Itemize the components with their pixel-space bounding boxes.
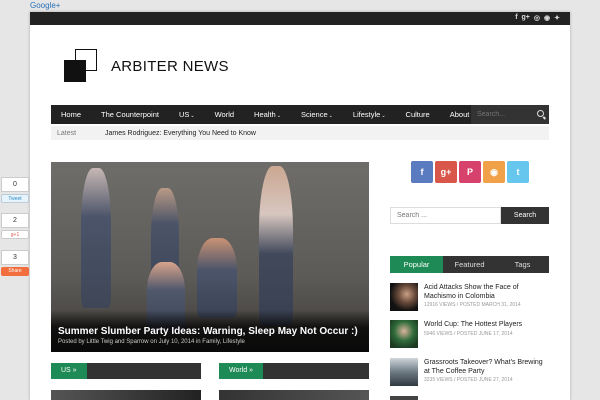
share-google: 2 g+1 [0, 213, 30, 239]
nav-item-science[interactable]: Science⌄ [291, 105, 343, 124]
section-header-world: World » [219, 363, 369, 379]
facebook-icon[interactable]: f [411, 161, 433, 183]
post-title[interactable]: World Cup: The Hottest Players [424, 320, 549, 329]
page-wrapper: f g+ ◎ ◉ ✦ ARBITER NEWS Home The Counter… [30, 12, 570, 400]
nav-search-input[interactable] [477, 111, 533, 118]
pinterest-icon[interactable]: P [459, 161, 481, 183]
share-generic: 3 Share [0, 250, 30, 276]
nav-item-lifestyle[interactable]: Lifestyle⌄ [343, 105, 396, 124]
sidebar-search: Search [390, 207, 549, 224]
ticker-label: Latest [57, 129, 77, 137]
share-button[interactable]: Share [1, 267, 29, 276]
post-thumbnail[interactable] [390, 358, 418, 386]
hero-title[interactable]: Summer Slumber Party Ideas: Warning, Sle… [58, 326, 362, 337]
nav-item-world[interactable]: World [205, 105, 244, 124]
section-header-us: US » [51, 363, 201, 379]
tweet-button[interactable]: Tweet [1, 194, 29, 203]
latest-ticker: Latest James Rodriguez: Everything You N… [51, 126, 549, 140]
tab-featured[interactable]: Featured [443, 256, 496, 273]
sidebar-search-button[interactable]: Search [501, 207, 549, 224]
nav-item-us[interactable]: US⌄ [169, 105, 205, 124]
sidebar-search-input[interactable] [390, 207, 501, 224]
twitter-icon[interactable]: t [507, 161, 529, 183]
post-thumbnail[interactable] [390, 320, 418, 348]
share-count: 0 [1, 177, 29, 192]
section-thumbnail[interactable] [51, 390, 201, 400]
tab-popular[interactable]: Popular [390, 256, 443, 273]
google-plus-one-button[interactable]: g+1 [1, 230, 29, 239]
hero-image-figure [81, 168, 111, 308]
section-thumbnail[interactable] [219, 390, 369, 400]
post-thumbnail[interactable] [390, 396, 418, 400]
pinterest-icon[interactable]: ◎ [534, 14, 540, 22]
chevron-down-icon: ⌄ [381, 113, 386, 119]
nav-item-health[interactable]: Health⌄ [244, 105, 291, 124]
nav-item-the-counterpoint[interactable]: The Counterpoint [91, 105, 169, 124]
list-item[interactable]: World Cup: The Hottest Players 5946 VIEW… [390, 320, 549, 348]
share-count: 2 [1, 213, 29, 228]
site-name[interactable]: ARBITER NEWS [111, 58, 229, 75]
chevron-down-icon: ⌄ [276, 113, 281, 119]
main-nav: Home The Counterpoint US⌄ World Health⌄ … [51, 105, 549, 124]
hero-image-figure [197, 238, 237, 318]
nav-item-home[interactable]: Home [51, 105, 91, 124]
list-item[interactable]: Grassroots Takeover? What's Brewing at T… [390, 358, 549, 386]
section-tag-world[interactable]: World » [219, 363, 263, 379]
hero-featured-post[interactable]: Summer Slumber Party Ideas: Warning, Sle… [51, 162, 369, 352]
hero-caption: Summer Slumber Party Ideas: Warning, Sle… [51, 310, 369, 352]
social-icons-box: f g+ P ◉ t [411, 161, 529, 183]
nav-search [471, 105, 549, 124]
google-plus-link[interactable]: Google+ [30, 1, 60, 10]
twitter-icon[interactable]: ✦ [554, 14, 560, 22]
top-bar: f g+ ◎ ◉ ✦ [30, 12, 570, 25]
ticker-headline[interactable]: James Rodriguez: Everything You Need to … [105, 130, 256, 137]
post-meta: 3235 VIEWS / POSTED JUNE 27, 2014 [424, 377, 513, 383]
google-plus-icon[interactable]: g+ [435, 161, 457, 183]
post-thumbnail[interactable] [390, 283, 418, 311]
chevron-down-icon: ⌄ [190, 113, 195, 119]
list-item[interactable]: Acid Attacks Show the Face of Machismo i… [390, 283, 549, 311]
sidebar-tabs: Popular Featured Tags [390, 256, 549, 273]
hero-meta: Posted by Little Twig and Sparrow on Jul… [58, 339, 245, 345]
rss-icon[interactable]: ◉ [483, 161, 505, 183]
google-plus-icon[interactable]: g+ [522, 14, 530, 22]
section-tag-us[interactable]: US » [51, 363, 87, 379]
search-icon[interactable] [537, 110, 544, 117]
post-meta: 12916 VIEWS / POSTED MARCH 31, 2014 [424, 302, 521, 308]
hero-image-figure [259, 166, 293, 326]
facebook-icon[interactable]: f [515, 14, 517, 22]
post-title[interactable]: Grassroots Takeover? What's Brewing at T… [424, 358, 549, 376]
nav-item-culture[interactable]: Culture [396, 105, 440, 124]
post-title[interactable]: Acid Attacks Show the Face of Machismo i… [424, 283, 549, 301]
post-meta: 5946 VIEWS / POSTED JUNE 17, 2014 [424, 331, 513, 337]
chevron-down-icon: ⌄ [328, 113, 333, 119]
share-count: 3 [1, 250, 29, 265]
site-logo[interactable] [64, 49, 100, 83]
rss-icon[interactable]: ◉ [544, 14, 550, 22]
top-social-icons: f g+ ◎ ◉ ✦ [515, 14, 560, 22]
share-tweet: 0 Tweet [0, 177, 30, 203]
tab-tags[interactable]: Tags [496, 256, 549, 273]
